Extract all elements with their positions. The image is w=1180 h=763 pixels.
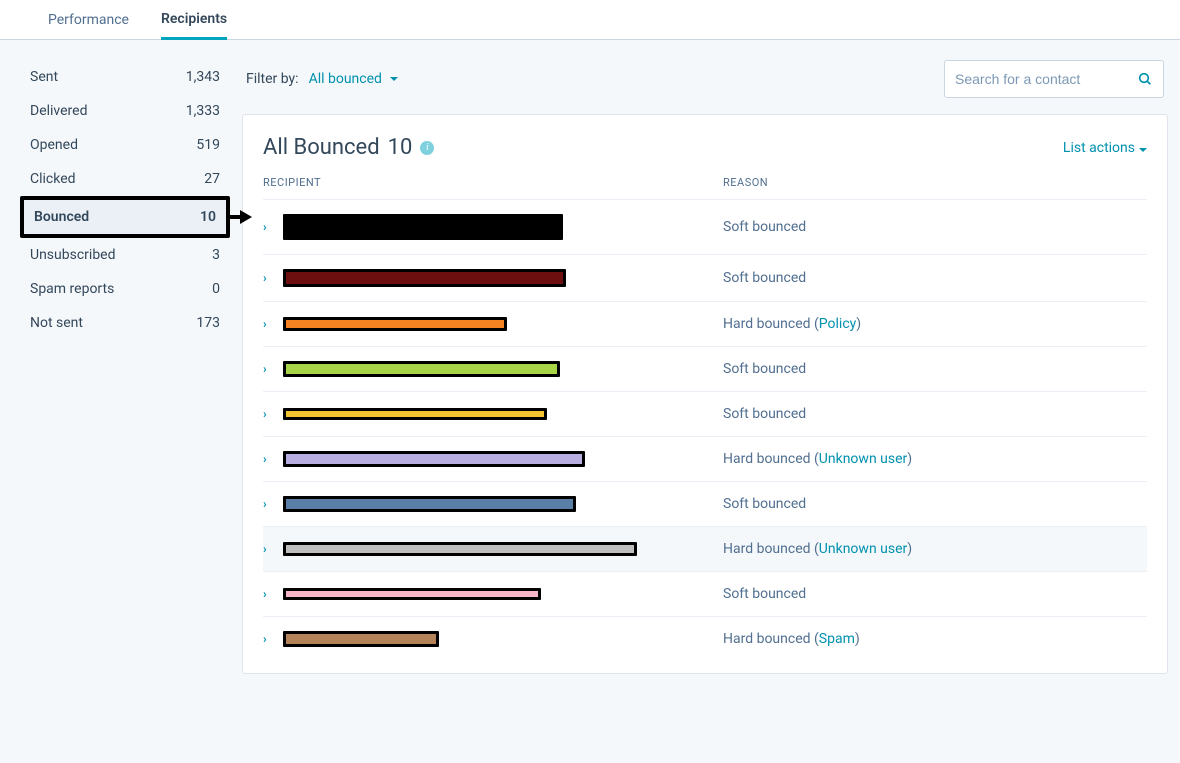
table-row[interactable]: › Soft bounced [263, 199, 1147, 254]
redacted-bar [283, 542, 637, 556]
tab-recipients[interactable]: Recipients [161, 0, 227, 40]
panel-title: All Bounced 10 i [263, 135, 434, 160]
sidebar: Sent 1,343 Delivered 1,333 Opened 519 Clicked 2… [20, 60, 230, 674]
chevron-right-icon[interactable]: › [263, 542, 283, 556]
chevron-right-icon[interactable]: › [263, 452, 283, 466]
table-row[interactable]: › Soft bounced [263, 391, 1147, 436]
sidebar-item-spam-reports[interactable]: Spam reports 0 [20, 272, 230, 306]
col-reason: REASON [723, 176, 1147, 189]
sidebar-item-count: 173 [196, 315, 220, 331]
sidebar-item-label: Opened [30, 137, 78, 153]
sidebar-item-count: 1,333 [186, 103, 220, 119]
sidebar-item-bounced[interactable]: Bounced 10 [20, 196, 230, 238]
bounced-panel: All Bounced 10 i List actions RECIPIENT … [242, 114, 1168, 674]
sidebar-item-label: Sent [30, 69, 58, 85]
redacted-bar [283, 317, 507, 331]
search-input[interactable] [955, 71, 1137, 87]
sidebar-item-opened[interactable]: Opened 519 [20, 128, 230, 162]
tab-performance[interactable]: Performance [48, 0, 129, 40]
redacted-bar [283, 451, 585, 467]
chevron-right-icon[interactable]: › [263, 317, 283, 331]
redacted-bar [283, 631, 439, 647]
sidebar-item-count: 1,343 [186, 69, 220, 85]
sidebar-item-sent[interactable]: Sent 1,343 [20, 60, 230, 94]
sidebar-item-count: 0 [212, 281, 220, 297]
recipient-cell [283, 588, 723, 600]
sidebar-item-unsubscribed[interactable]: Unsubscribed 3 [20, 238, 230, 272]
reason-link[interactable]: Unknown user [819, 541, 907, 557]
reason-cell: Soft bounced [723, 496, 806, 512]
sidebar-item-delivered[interactable]: Delivered 1,333 [20, 94, 230, 128]
recipient-cell [283, 451, 723, 467]
recipient-cell [283, 269, 723, 287]
sidebar-item-count: 3 [212, 247, 220, 263]
table-row[interactable]: › Hard bounced (Unknown user) [263, 526, 1147, 571]
recipient-cell [283, 361, 723, 377]
sidebar-item-count: 519 [196, 137, 220, 153]
table-row[interactable]: › Hard bounced (Policy) [263, 301, 1147, 346]
chevron-right-icon[interactable]: › [263, 220, 283, 234]
reason-link[interactable]: Spam [819, 631, 855, 647]
reason-cell: Hard bounced (Spam) [723, 631, 860, 647]
col-recipient: RECIPIENT [263, 176, 723, 189]
reason-cell: Soft bounced [723, 219, 806, 235]
redacted-bar [283, 408, 547, 420]
chevron-right-icon[interactable]: › [263, 407, 283, 421]
recipient-cell [283, 317, 723, 331]
chevron-right-icon[interactable]: › [263, 587, 283, 601]
sidebar-item-label: Clicked [30, 171, 76, 187]
reason-cell: Hard bounced (Unknown user) [723, 541, 912, 557]
redacted-bar [283, 361, 560, 377]
reason-cell: Soft bounced [723, 361, 806, 377]
reason-link[interactable]: Policy [819, 316, 857, 332]
sidebar-item-count: 27 [204, 171, 220, 187]
sidebar-item-label: Not sent [30, 315, 83, 331]
list-actions[interactable]: List actions [1063, 140, 1147, 156]
recipient-cell [283, 496, 723, 512]
table-header: RECIPIENT REASON [263, 170, 1147, 199]
redacted-bar [283, 588, 541, 600]
redacted-bar [283, 214, 563, 240]
table-row[interactable]: › Soft bounced [263, 254, 1147, 301]
recipient-cell [283, 631, 723, 647]
sidebar-item-count: 10 [200, 209, 216, 225]
chevron-right-icon[interactable]: › [263, 497, 283, 511]
reason-cell: Hard bounced (Unknown user) [723, 451, 912, 467]
reason-cell: Soft bounced [723, 406, 806, 422]
table-row[interactable]: › Hard bounced (Spam) [263, 616, 1147, 661]
table-row[interactable]: › Hard bounced (Unknown user) [263, 436, 1147, 481]
tabs: Performance Recipients [0, 0, 1180, 40]
filter-label: Filter by: [246, 71, 299, 87]
reason-cell: Hard bounced (Policy) [723, 316, 861, 332]
reason-cell: Soft bounced [723, 270, 806, 286]
recipient-cell [283, 542, 723, 556]
chevron-right-icon[interactable]: › [263, 632, 283, 646]
reason-cell: Soft bounced [723, 586, 806, 602]
reason-link[interactable]: Unknown user [819, 451, 907, 467]
sidebar-item-not-sent[interactable]: Not sent 173 [20, 306, 230, 340]
sidebar-item-label: Bounced [34, 209, 89, 225]
recipient-cell [283, 214, 723, 240]
sidebar-item-label: Delivered [30, 103, 87, 119]
table-row[interactable]: › Soft bounced [263, 481, 1147, 526]
table-row[interactable]: › Soft bounced [263, 346, 1147, 391]
info-icon[interactable]: i [420, 141, 434, 155]
sidebar-item-label: Spam reports [30, 281, 114, 297]
redacted-bar [283, 496, 576, 512]
chevron-right-icon[interactable]: › [263, 362, 283, 376]
recipient-cell [283, 408, 723, 420]
search-icon [1137, 71, 1153, 87]
redacted-bar [283, 269, 566, 287]
sidebar-item-clicked[interactable]: Clicked 27 [20, 162, 230, 196]
sidebar-item-label: Unsubscribed [30, 247, 116, 263]
filter-select[interactable]: All bounced [309, 71, 398, 87]
chevron-right-icon[interactable]: › [263, 271, 283, 285]
search-box[interactable] [944, 60, 1164, 98]
table-row[interactable]: › Soft bounced [263, 571, 1147, 616]
